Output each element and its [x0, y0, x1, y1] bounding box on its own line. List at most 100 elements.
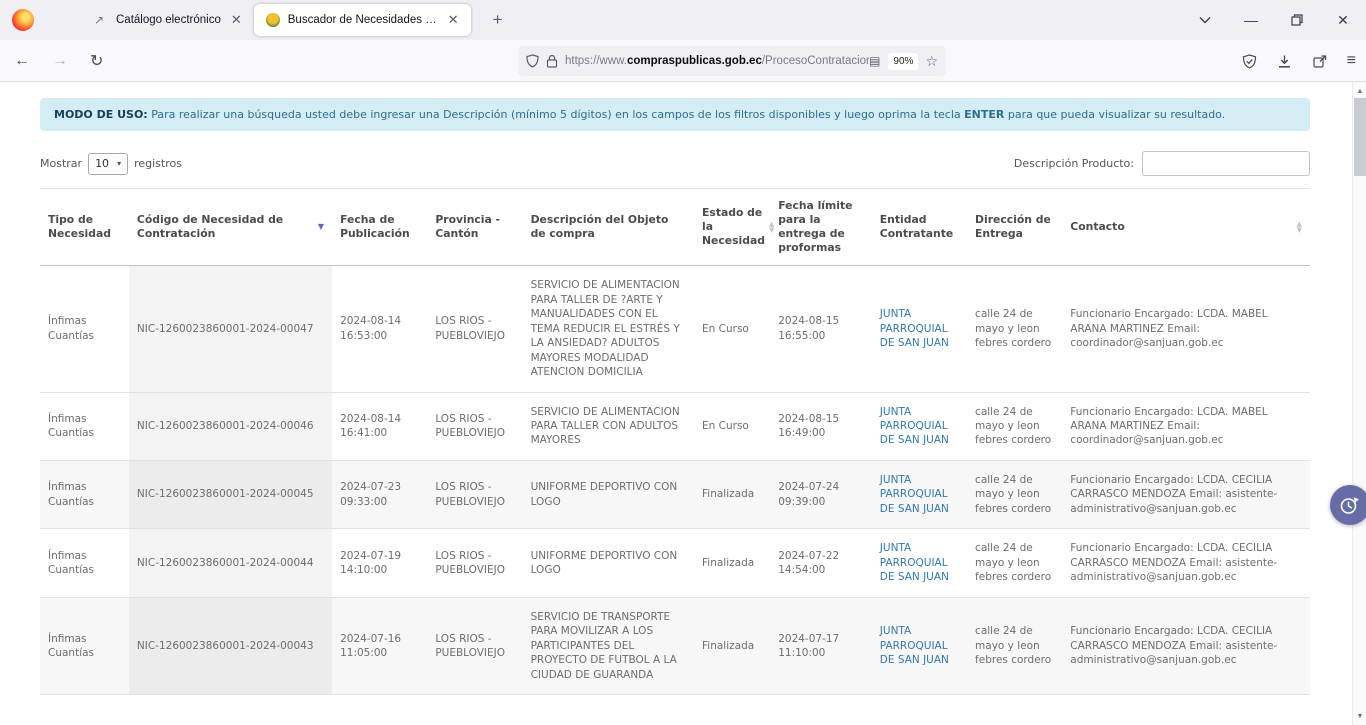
column-header[interactable]: Fecha límite para la entrega de proforma…: [770, 189, 872, 266]
usage-mode-banner: MODO DE USO: Para realizar una búsqueda …: [40, 98, 1310, 131]
cell-direccion: calle 24 de mayo y leon febres cordero: [967, 266, 1062, 392]
new-tab-button[interactable]: +: [485, 8, 511, 32]
column-header[interactable]: Contacto ▲▼: [1062, 189, 1310, 266]
show-entries-control: Mostrar 10 ▾ registros: [40, 153, 182, 175]
banner-text-end: para que pueda visualizar su resultado.: [1004, 108, 1225, 121]
forward-icon: →: [52, 52, 68, 70]
cell-direccion: calle 24 de mayo y leon febres cordero: [967, 392, 1062, 460]
cell-fecha_limite: 2024-07-22 14:54:00: [770, 529, 872, 597]
column-header-label: Contacto: [1070, 220, 1124, 234]
show-entries-prefix: Mostrar: [40, 157, 82, 170]
cell-direccion: calle 24 de mayo y leon febres cordero: [967, 529, 1062, 597]
sercop-favicon-icon: [266, 13, 280, 27]
reader-mode-icon[interactable]: ▤: [869, 54, 880, 68]
cell-provincia_canton: LOS RIOS - PUEBLOVIEJO: [427, 529, 522, 597]
product-description-filter: Descripción Producto:: [1014, 151, 1310, 176]
product-description-input[interactable]: [1142, 151, 1310, 176]
column-header[interactable]: Código de Necesidad de Contratación▼: [129, 189, 332, 266]
tab-close-icon[interactable]: ✕: [446, 12, 461, 28]
url-path: /ProcesoContratacion/compras/NCO/FrmNCOL…: [762, 55, 869, 67]
cell-codigo: NIC-1260023860001-2024-00047: [129, 266, 332, 392]
product-filter-label: Descripción Producto:: [1014, 157, 1134, 170]
tab-title: Catálogo electrónico: [116, 14, 221, 26]
cell-codigo: NIC-1260023860001-2024-00045: [129, 460, 332, 528]
cell-tipo: Ínfimas Cuantías: [40, 529, 129, 597]
tab-title: Buscador de Necesidades de Co: [288, 14, 438, 26]
cell-fecha_publicacion: 2024-07-16 11:05:00: [332, 597, 427, 694]
column-header-label: Entidad Contratante: [880, 213, 959, 241]
column-header[interactable]: Descripción del Objeto de compra: [523, 189, 694, 266]
sort-icon[interactable]: ▲▼: [1297, 221, 1302, 233]
cell-codigo: NIC-1260023860001-2024-00044: [129, 529, 332, 597]
url-bar[interactable]: https://www.compraspublicas.gob.ec/Proce…: [518, 46, 946, 76]
column-header[interactable]: Entidad Contratante: [872, 189, 967, 266]
show-entries-suffix: registros: [134, 157, 182, 170]
cell-provincia_canton: LOS RIOS - PUEBLOVIEJO: [427, 392, 522, 460]
table-row: Ínfimas CuantíasNIC-1260023860001-2024-0…: [40, 266, 1310, 392]
lock-icon[interactable]: [546, 54, 558, 68]
scrollbar-thumb[interactable]: [1354, 98, 1366, 176]
browser-titlebar: ↗ Catálogo electrónico ✕ Buscador de Nec…: [0, 0, 1366, 40]
sort-icon[interactable]: ▲▼: [769, 221, 774, 233]
cell-contacto: Funcionario Encargado: LCDA. CECILIA CAR…: [1062, 597, 1310, 694]
entity-link[interactable]: JUNTA PARROQUIAL DE SAN JUAN: [880, 474, 949, 515]
cell-direccion: calle 24 de mayo y leon febres cordero: [967, 597, 1062, 694]
list-tabs-chevron-icon[interactable]: [1182, 0, 1228, 40]
cell-contacto: Funcionario Encargado: LCDA. MABEL ARANA…: [1062, 266, 1310, 392]
cell-fecha_limite: 2024-08-15 16:55:00: [770, 266, 872, 392]
menu-hamburger-icon[interactable]: ≡: [1347, 52, 1356, 70]
tab-catalogo-electronico[interactable]: ↗ Catálogo electrónico ✕: [82, 4, 254, 36]
vertical-scrollbar[interactable]: ▲ ▼: [1352, 82, 1366, 725]
tab-close-icon[interactable]: ✕: [229, 12, 244, 28]
column-header[interactable]: Estado de la Necesidad▲▼: [694, 189, 770, 266]
cell-estado: En Curso: [694, 392, 770, 460]
column-header-label: Fecha de Publicación: [340, 213, 419, 241]
column-header[interactable]: Fecha de Publicación: [332, 189, 427, 266]
entity-link[interactable]: JUNTA PARROQUIAL DE SAN JUAN: [880, 542, 949, 583]
cell-contacto: Funcionario Encargado: LCDA. MABEL ARANA…: [1062, 392, 1310, 460]
column-header-label: Tipo de Necesidad: [48, 213, 121, 241]
cell-direccion: calle 24 de mayo y leon febres cordero: [967, 460, 1062, 528]
show-entries-select[interactable]: 10 ▾: [88, 153, 128, 175]
cell-fecha_limite: 2024-07-17 11:10:00: [770, 597, 872, 694]
entity-link[interactable]: JUNTA PARROQUIAL DE SAN JUAN: [880, 625, 949, 666]
cell-tipo: Ínfimas Cuantías: [40, 266, 129, 392]
cell-tipo: Ínfimas Cuantías: [40, 460, 129, 528]
browser-toolbar: ← → ↻ https://www.compraspublicas.gob.ec…: [0, 40, 1366, 82]
table-row: Ínfimas CuantíasNIC-1260023860001-2024-0…: [40, 597, 1310, 694]
bookmark-star-icon[interactable]: ☆: [925, 53, 938, 70]
zoom-level-indicator[interactable]: 90%: [888, 53, 918, 70]
column-header[interactable]: Tipo de Necesidad: [40, 189, 129, 266]
column-header[interactable]: Provincia - Cantón: [427, 189, 522, 266]
tab-buscador-necesidades[interactable]: Buscador de Necesidades de Co ✕: [254, 4, 471, 36]
close-window-button[interactable]: ✕: [1320, 0, 1366, 40]
scroll-down-arrow-icon[interactable]: ▼: [1353, 709, 1366, 723]
reload-icon[interactable]: ↻: [90, 51, 103, 71]
column-header-label: Descripción del Objeto de compra: [531, 213, 686, 241]
cell-descripcion: SERVICIO DE ALIMENTACION PARA TALLER CON…: [523, 392, 694, 460]
minimize-button[interactable]: —: [1228, 0, 1274, 40]
protections-shield-check-icon[interactable]: [1242, 54, 1257, 69]
restore-button[interactable]: [1274, 0, 1320, 40]
table-header-row: Tipo de Necesidad Código de Necesidad de …: [40, 189, 1310, 266]
show-entries-value: 10: [95, 157, 109, 170]
page-viewport: MODO DE USO: Para realizar una búsqueda …: [0, 82, 1366, 725]
column-header-label: Dirección de Entrega: [975, 213, 1054, 241]
back-icon[interactable]: ←: [14, 52, 30, 70]
scroll-up-arrow-icon[interactable]: ▲: [1353, 84, 1366, 98]
table-row: Ínfimas CuantíasNIC-1260023860001-2024-0…: [40, 460, 1310, 528]
shield-icon[interactable]: [526, 54, 539, 68]
cell-entidad: JUNTA PARROQUIAL DE SAN JUAN: [872, 392, 967, 460]
column-header[interactable]: Dirección de Entrega: [967, 189, 1062, 266]
cell-entidad: JUNTA PARROQUIAL DE SAN JUAN: [872, 460, 967, 528]
url-text[interactable]: https://www.compraspublicas.gob.ec/Proce…: [565, 55, 869, 67]
sort-desc-icon[interactable]: ▼: [318, 222, 324, 232]
cell-contacto: Funcionario Encargado: LCDA. CECILIA CAR…: [1062, 460, 1310, 528]
downloads-icon[interactable]: [1277, 54, 1292, 69]
floating-clock-widget-button[interactable]: [1330, 485, 1366, 525]
banner-text: Para realizar una búsqueda usted debe in…: [148, 108, 964, 121]
entity-link[interactable]: JUNTA PARROQUIAL DE SAN JUAN: [880, 308, 949, 349]
share-export-icon[interactable]: [1312, 54, 1327, 69]
entity-link[interactable]: JUNTA PARROQUIAL DE SAN JUAN: [880, 406, 949, 447]
column-header-label: Estado de la Necesidad: [702, 206, 765, 248]
